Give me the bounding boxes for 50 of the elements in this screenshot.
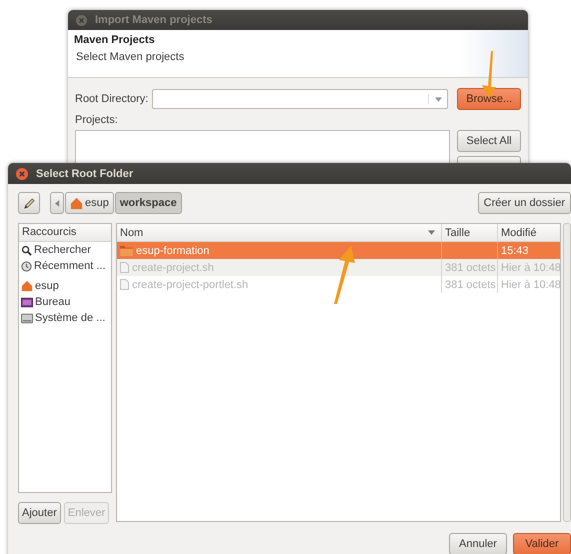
close-icon[interactable]: [16, 168, 28, 180]
window-title: Select Root Folder: [36, 168, 134, 180]
shortcut-item[interactable]: Système de ...: [19, 310, 111, 326]
file-modified: Hier à 10:48: [501, 278, 561, 290]
root-directory-label: Root Directory:: [75, 93, 148, 105]
shortcut-item[interactable]: Rechercher: [19, 242, 111, 258]
header-subtitle: Select Maven projects: [75, 51, 186, 63]
file-name: create-project-portlet.sh: [132, 278, 248, 290]
path-button[interactable]: esup: [65, 192, 114, 214]
root-directory-combo[interactable]: [152, 89, 448, 109]
create-folder-button[interactable]: Créer un dossier: [478, 192, 571, 214]
confirm-button[interactable]: Valider: [513, 533, 571, 554]
home-icon: [21, 280, 33, 292]
document-icon: [120, 262, 129, 273]
shortcut-button[interactable]: Ajouter: [18, 502, 61, 524]
desktop-icon: [21, 296, 33, 308]
cancel-button[interactable]: Annuler: [449, 533, 507, 554]
clock-icon: [21, 260, 32, 272]
file-name: esup-formation: [136, 244, 210, 256]
projects-label: Projects:: [75, 114, 119, 126]
folder-icon: [120, 245, 133, 256]
home-icon: [70, 196, 83, 210]
column-header[interactable]: Nom: [117, 226, 441, 238]
file-modified: 15:43: [501, 244, 529, 256]
shortcut-item[interactable]: Récemment ...: [19, 258, 111, 274]
close-icon[interactable]: [76, 14, 87, 26]
document-icon: [120, 279, 129, 290]
search-icon: [21, 244, 32, 256]
shortcut-item[interactable]: esup: [19, 278, 111, 294]
file-size: 381 octets: [445, 262, 496, 274]
file-name: create-project.sh: [132, 262, 214, 274]
browse-button[interactable]: Browse...: [457, 88, 521, 110]
dropdown-arrow-icon: [435, 97, 442, 102]
edit-location-button[interactable]: [18, 192, 40, 214]
back-arrow-button[interactable]: [50, 192, 64, 214]
sort-arrow-icon: [428, 230, 435, 235]
file-size: 381 octets: [445, 278, 496, 290]
header-title: Maven Projects: [74, 34, 156, 46]
shortcut-item[interactable]: Bureau: [19, 294, 111, 310]
column-header[interactable]: Taille: [441, 224, 497, 241]
column-header[interactable]: Modifié: [497, 224, 560, 241]
scrollbar[interactable]: [563, 223, 571, 522]
drive-icon: [21, 312, 33, 324]
pencil-icon: [22, 196, 36, 210]
column-header: Raccourcis: [19, 224, 111, 242]
window-title: Import Maven projects: [95, 14, 212, 26]
file-modified: Hier à 10:48: [501, 262, 561, 274]
left-arrow-icon: [54, 200, 60, 206]
project-button[interactable]: Select All: [457, 130, 521, 152]
path-button[interactable]: workspace: [114, 192, 182, 214]
